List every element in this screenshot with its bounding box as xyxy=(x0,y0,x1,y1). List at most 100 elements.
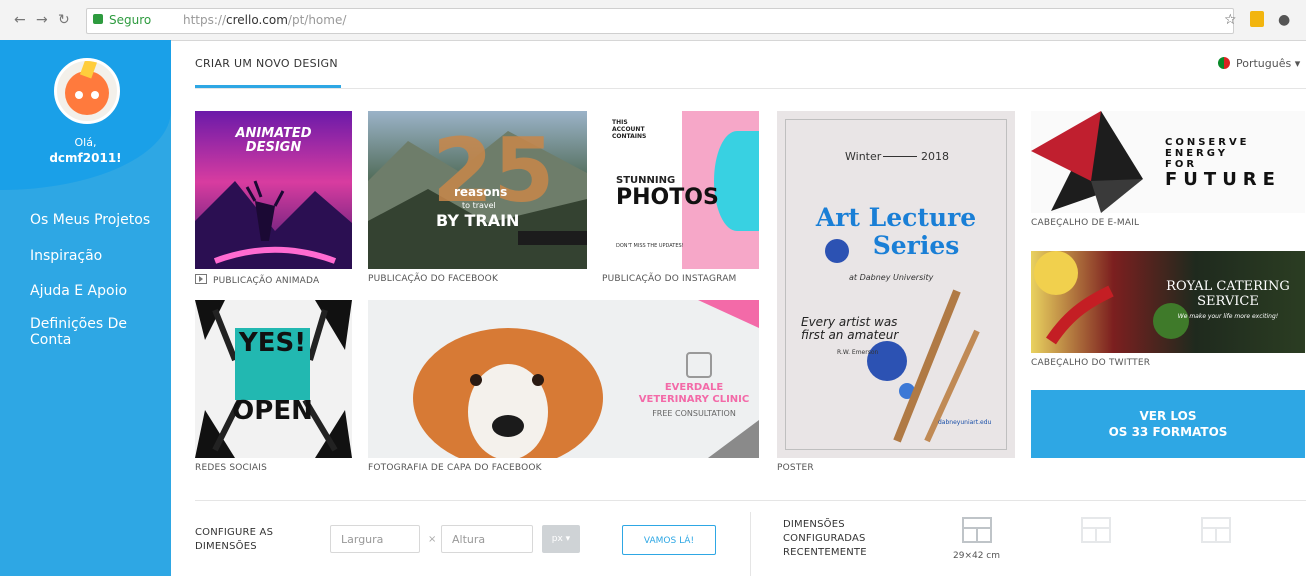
sidebar-profile-area: Olá, dcmf2011! xyxy=(0,40,171,190)
caption-text: PUBLICAÇÃO ANIMADA xyxy=(213,276,320,286)
tile-text-design: DESIGN xyxy=(245,140,302,155)
sidebar-item-my-projects[interactable]: Os Meus Projetos xyxy=(30,212,150,228)
extension-shield-icon[interactable]: ● xyxy=(1278,12,1290,28)
sidebar: Olá, dcmf2011! Os Meus Projetos Inspiraç… xyxy=(0,40,171,576)
template-tile-poster[interactable]: Winter 2018 Art Lecture Series at Dabney… xyxy=(777,111,1015,458)
reload-icon[interactable]: ↻ xyxy=(58,12,70,28)
tile-text-energy: ENERGY xyxy=(1165,148,1228,159)
caption-instagram-post: PUBLICAÇÃO DO INSTAGRAM xyxy=(602,274,737,284)
dog-photo-illustration xyxy=(413,300,759,458)
tile-text-future: FUTURE xyxy=(1165,169,1281,190)
tile-text-royal-catering: ROYAL CATERING xyxy=(1166,279,1290,294)
tile-text-open: OPEN xyxy=(232,396,313,426)
username: dcmf2011! xyxy=(49,151,122,165)
configure-label-line-2: DIMENSÕES xyxy=(195,541,257,552)
avatar-eye-left xyxy=(75,91,83,99)
tile-text-conserve: CONSERVE xyxy=(1165,137,1250,148)
recent-layout-placeholder-icon xyxy=(1081,517,1111,543)
avatar[interactable] xyxy=(54,58,120,124)
bottom-divider xyxy=(195,500,1306,501)
tile-text-yes: YES! xyxy=(238,328,307,358)
header-divider xyxy=(195,88,1306,89)
tile-text-animated: ANIMATED xyxy=(235,126,312,141)
language-selector[interactable]: Português ▾ xyxy=(1218,57,1300,70)
recent-label-line-2: CONFIGURADAS xyxy=(783,533,866,544)
template-tile-email-header[interactable]: CONSERVE ENERGY FOR FUTURE xyxy=(1031,111,1305,213)
tile-text-tagline: We make your life more exciting! xyxy=(1177,313,1279,320)
tile-text-free-consultation: FREE CONSULTATION xyxy=(652,409,736,418)
tile-text-art-lecture: Art Lecture xyxy=(815,203,977,232)
tile-text-25: 25 xyxy=(432,119,555,222)
template-tile-twitter-header[interactable]: ROYAL CATERING SERVICE We make your life… xyxy=(1031,251,1305,353)
extension-note-icon[interactable] xyxy=(1250,11,1264,27)
tile-text-dont-miss: DON'T MISS THE UPDATES! xyxy=(616,243,684,249)
sidebar-item-account-settings[interactable]: Definições De Conta xyxy=(30,316,150,348)
language-label: Português xyxy=(1236,57,1292,70)
tab-create-new-design[interactable]: CRIAR UM NOVO DESIGN xyxy=(195,57,338,70)
caption-facebook-cover: FOTOGRAFIA DE CAPA DO FACEBOOK xyxy=(368,463,542,473)
caption-animated-post: PUBLICAÇÃO ANIMADA xyxy=(195,274,319,286)
configure-label-line-1: CONFIGURE AS xyxy=(195,527,274,538)
tile-text-contains: CONTAINS xyxy=(612,133,647,140)
url-text[interactable]: https://crello.com/pt/home/ xyxy=(183,13,346,27)
recent-layout-placeholder-icon xyxy=(1201,517,1231,543)
lock-icon xyxy=(93,14,103,24)
width-input[interactable]: Largura xyxy=(330,525,420,553)
url-path: /pt/home/ xyxy=(287,13,347,27)
tile-text-account: ACCOUNT xyxy=(612,126,645,133)
tile-text-first-amateur: first an amateur xyxy=(801,328,899,342)
url-prefix: https:// xyxy=(183,13,227,27)
poster-rule xyxy=(883,156,917,157)
poster-paint-illustration xyxy=(825,239,980,443)
unit-dropdown[interactable]: px ▾ xyxy=(542,525,580,553)
browser-chrome: ← → ↻ Seguro https://crello.com/pt/home/… xyxy=(0,0,1306,41)
tile-text-series: Series xyxy=(872,231,960,260)
bookmark-star-icon[interactable]: ☆ xyxy=(1224,12,1237,28)
lets-go-button[interactable]: VAMOS LÁ! xyxy=(622,525,716,555)
cta-line-2: OS 33 FORMATOS xyxy=(1108,425,1228,439)
caption-email-header: CABEÇALHO DE E-MAIL xyxy=(1031,218,1140,228)
see-all-formats-button[interactable]: VER LOS OS 33 FORMATOS xyxy=(1031,390,1305,458)
avatar-eye-right xyxy=(91,91,99,99)
recent-size-text: 29×42 cm xyxy=(953,551,1001,561)
caption-poster: POSTER xyxy=(777,463,814,473)
recent-dimensions-label: DIMENSÕES CONFIGURADAS RECENTEMENTE xyxy=(783,518,867,560)
portugal-flag-icon xyxy=(1218,57,1230,69)
configure-dimensions-label: CONFIGURE AS DIMENSÕES xyxy=(195,526,273,554)
tile-text-to-travel: to travel xyxy=(462,201,496,210)
tile-text-service: SERVICE xyxy=(1197,294,1259,309)
avatar-face xyxy=(65,71,109,115)
caption-twitter-header: CABEÇALHO DO TWITTER xyxy=(1031,358,1151,368)
bottom-vertical-divider xyxy=(750,512,751,576)
tile-text-photos: PHOTOS xyxy=(616,185,719,210)
tile-text-website: dabneyuniart.edu xyxy=(938,419,992,426)
url-domain: crello.com xyxy=(226,13,288,27)
tile-text-2018: 2018 xyxy=(921,150,949,163)
template-tile-animated-post[interactable]: ANIMATED DESIGN xyxy=(195,111,352,269)
template-tile-facebook-post[interactable]: 25 reasons to travel BY TRAIN xyxy=(368,111,587,269)
template-tile-social-media[interactable]: YES! OPEN xyxy=(195,300,352,458)
tile-text-winter: Winter xyxy=(845,150,882,163)
secure-label: Seguro xyxy=(109,13,152,27)
recent-layout-icon[interactable] xyxy=(962,517,992,543)
tile-text-vet-clinic: VETERINARY CLINIC xyxy=(638,394,750,405)
template-tile-facebook-cover[interactable]: EVERDALE VETERINARY CLINIC FREE CONSULTA… xyxy=(368,300,759,458)
sidebar-item-inspiration[interactable]: Inspiração xyxy=(30,248,102,264)
recent-label-line-3: RECENTEMENTE xyxy=(783,547,867,558)
portrait-hair xyxy=(714,131,759,231)
tile-text-dabney: at Dabney University xyxy=(849,273,934,282)
height-input[interactable]: Altura xyxy=(441,525,533,553)
cta-line-1: VER LOS xyxy=(1139,409,1197,423)
recent-label-line-1: DIMENSÕES xyxy=(783,519,845,530)
tile-text-everdale: EVERDALE xyxy=(664,382,724,393)
tile-text-by-train: BY TRAIN xyxy=(436,211,520,230)
sidebar-item-help-support[interactable]: Ajuda E Apoio xyxy=(30,283,127,299)
caption-facebook-post: PUBLICAÇÃO DO FACEBOOK xyxy=(368,274,499,284)
tile-text-emerson: R.W. Emerson xyxy=(837,349,879,356)
caption-social-media: REDES SOCIAIS xyxy=(195,463,267,473)
greeting: Olá, xyxy=(74,136,97,149)
back-arrow-icon[interactable]: ← xyxy=(14,12,26,28)
forward-arrow-icon[interactable]: → xyxy=(36,12,48,28)
template-tile-instagram-post[interactable]: THIS ACCOUNT CONTAINS STUNNING PHOTOS DO… xyxy=(602,111,759,269)
address-bar[interactable]: Seguro https://crello.com/pt/home/ xyxy=(86,8,1234,34)
